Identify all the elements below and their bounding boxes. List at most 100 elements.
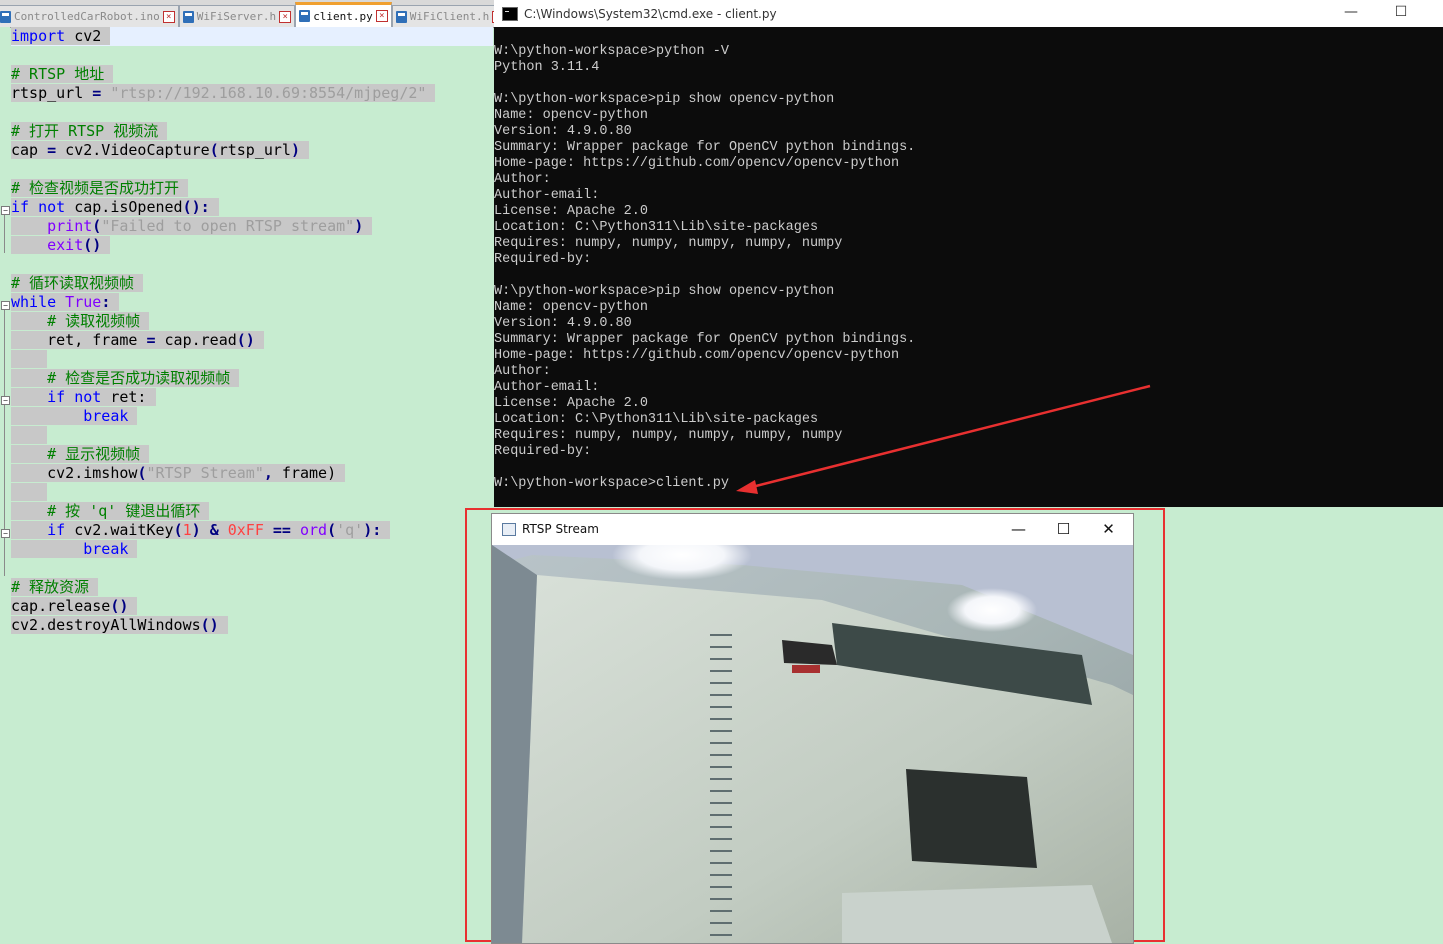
keyword-if: if	[11, 198, 30, 216]
rtsp-minimize-button[interactable]: —	[996, 514, 1041, 545]
video-frame	[492, 545, 1133, 943]
code-editor[interactable]: import cv2 # RTSP 地址 rtsp_url = "rtsp://…	[11, 27, 494, 942]
rtsp-maximize-button[interactable]: ☐	[1041, 514, 1086, 545]
fold-line	[4, 215, 5, 253]
console-line: Summary: Wrapper package for OpenCV pyth…	[494, 332, 916, 347]
code-operator: ,	[263, 464, 273, 482]
code-token: ret, frame	[47, 331, 147, 349]
code-number: 0xFF	[218, 521, 264, 539]
code-string: "Failed to open RTSP stream"	[101, 217, 355, 235]
code-line-7: cap = cv2.VideoCapture(rtsp_url)	[11, 141, 310, 160]
editor-tab[interactable]: ControlledCarRobot.ino ×	[0, 5, 179, 27]
fold-gutter: − − − −	[0, 27, 10, 942]
close-icon[interactable]: ×	[375, 10, 388, 22]
code-line-22	[11, 426, 48, 445]
code-token: frame)	[272, 464, 337, 482]
code-line-24: cv2.imshow("RTSP Stream", frame)	[11, 464, 346, 483]
window-app-icon	[502, 523, 516, 536]
editor-tab[interactable]: WiFiServer.h ×	[178, 5, 296, 27]
code-token: cap.release	[11, 597, 111, 615]
fold-toggle-if[interactable]: −	[1, 206, 10, 215]
keyword-if: if	[47, 388, 66, 406]
fold-toggle-if-ret[interactable]: −	[1, 396, 10, 405]
code-operator: (	[209, 141, 219, 159]
console-line: Required-by:	[494, 444, 592, 459]
code-comment: # 读取视频帧	[47, 312, 141, 330]
code-line-9: # 检查视频是否成功打开	[11, 179, 189, 198]
code-operator: ==	[263, 521, 291, 539]
keyword-not: not	[65, 388, 102, 406]
keyword-not: not	[29, 198, 66, 216]
code-token: rtsp_url	[218, 141, 291, 159]
console-line: Author-email:	[494, 380, 600, 395]
console-line: W:\python-workspace>pip show opencv-pyth…	[494, 92, 835, 107]
code-operator: =	[146, 331, 156, 349]
code-line-28: break	[11, 540, 138, 559]
code-comment: # 显示视频帧	[47, 445, 141, 463]
console-minimize-button[interactable]: —	[1328, 0, 1374, 27]
code-operator: :	[101, 293, 111, 311]
file-icon	[0, 10, 11, 23]
code-comment: # 循环读取视频帧	[11, 274, 135, 292]
code-comment: # 按 'q' 键退出循环	[47, 502, 201, 520]
code-line-4: rtsp_url = "rtsp://192.168.10.69:8554/mj…	[11, 84, 436, 103]
editor-tab[interactable]: WiFiClient.h×	[391, 5, 494, 27]
file-icon	[299, 10, 311, 22]
code-line-25	[11, 483, 48, 502]
console-line: Author-email:	[494, 188, 600, 203]
console-line: License: Apache 2.0	[494, 204, 648, 219]
code-string: "rtsp://192.168.10.69:8554/mjpeg/2"	[101, 84, 427, 102]
code-line-19: # 检查是否成功读取视频帧	[11, 369, 240, 388]
rtsp-stream-window[interactable]: RTSP Stream — ☐ ✕	[491, 513, 1134, 944]
editor-tab-label: ControlledCarRobot.ino	[14, 10, 160, 23]
code-token: ret:	[101, 388, 147, 406]
editor-tab[interactable]: client.py ×	[295, 2, 392, 27]
code-line-26: # 按 'q' 键退出循环	[11, 502, 210, 521]
code-line-30: # 释放资源	[11, 578, 99, 597]
console-title: C:\Windows\System32\cmd.exe - client.py	[524, 6, 777, 21]
close-icon[interactable]: ×	[279, 10, 292, 23]
cmd-console-window[interactable]: C:\Windows\System32\cmd.exe - client.py …	[494, 0, 1443, 507]
console-line: License: Apache 2.0	[494, 396, 648, 411]
code-line-10: if not cap.isOpened():	[11, 198, 219, 217]
console-titlebar[interactable]: C:\Windows\System32\cmd.exe - client.py …	[494, 0, 1443, 27]
code-operator: ():	[182, 198, 210, 216]
code-token: cv2.waitKey	[65, 521, 174, 539]
console-line: W:\python-workspace>python -V	[494, 44, 729, 59]
builtin-ord: ord	[290, 521, 328, 539]
file-icon	[395, 10, 407, 23]
code-token: cap.isOpened	[65, 198, 183, 216]
console-line: Python 3.11.4	[494, 60, 600, 75]
fold-toggle-while[interactable]: −	[1, 301, 10, 310]
console-line: Location: C:\Python311\Lib\site-packages	[494, 220, 819, 235]
code-token: cv2.imshow	[47, 464, 138, 482]
code-operator: ()	[236, 331, 255, 349]
code-comment: # 检查视频是否成功打开	[11, 179, 180, 197]
close-icon[interactable]: ×	[162, 10, 175, 23]
fold-toggle-if-waitkey[interactable]: −	[1, 529, 10, 538]
rtsp-titlebar[interactable]: RTSP Stream — ☐ ✕	[492, 514, 1133, 545]
code-operator: &	[209, 521, 219, 539]
file-icon	[182, 10, 194, 23]
console-maximize-button[interactable]: ☐	[1378, 0, 1424, 27]
paper-sheet	[842, 885, 1112, 943]
code-operator: ()	[83, 236, 102, 254]
code-line-18	[11, 350, 48, 369]
rtsp-close-button[interactable]: ✕	[1086, 514, 1131, 545]
console-output[interactable]: W:\python-workspace>python -V Python 3.11…	[494, 44, 1443, 492]
ceiling-light	[947, 588, 1037, 632]
console-line: Version: 4.9.0.80	[494, 124, 632, 139]
code-number: 1	[182, 521, 192, 539]
code-comment: # 释放资源	[11, 578, 90, 596]
keyword-if: if	[47, 521, 66, 539]
code-comment: # RTSP 地址	[11, 65, 105, 83]
console-line: Required-by:	[494, 252, 592, 267]
code-line-12: exit()	[11, 236, 111, 255]
code-operator: =	[47, 141, 57, 159]
code-token: cap.read	[155, 331, 237, 349]
code-line-27: if cv2.waitKey(1) & 0xFF == ord('q'):	[11, 521, 391, 540]
code-token: cv2	[65, 27, 102, 45]
editor-tab-label: client.py	[313, 9, 373, 23]
code-operator: (	[92, 217, 102, 235]
